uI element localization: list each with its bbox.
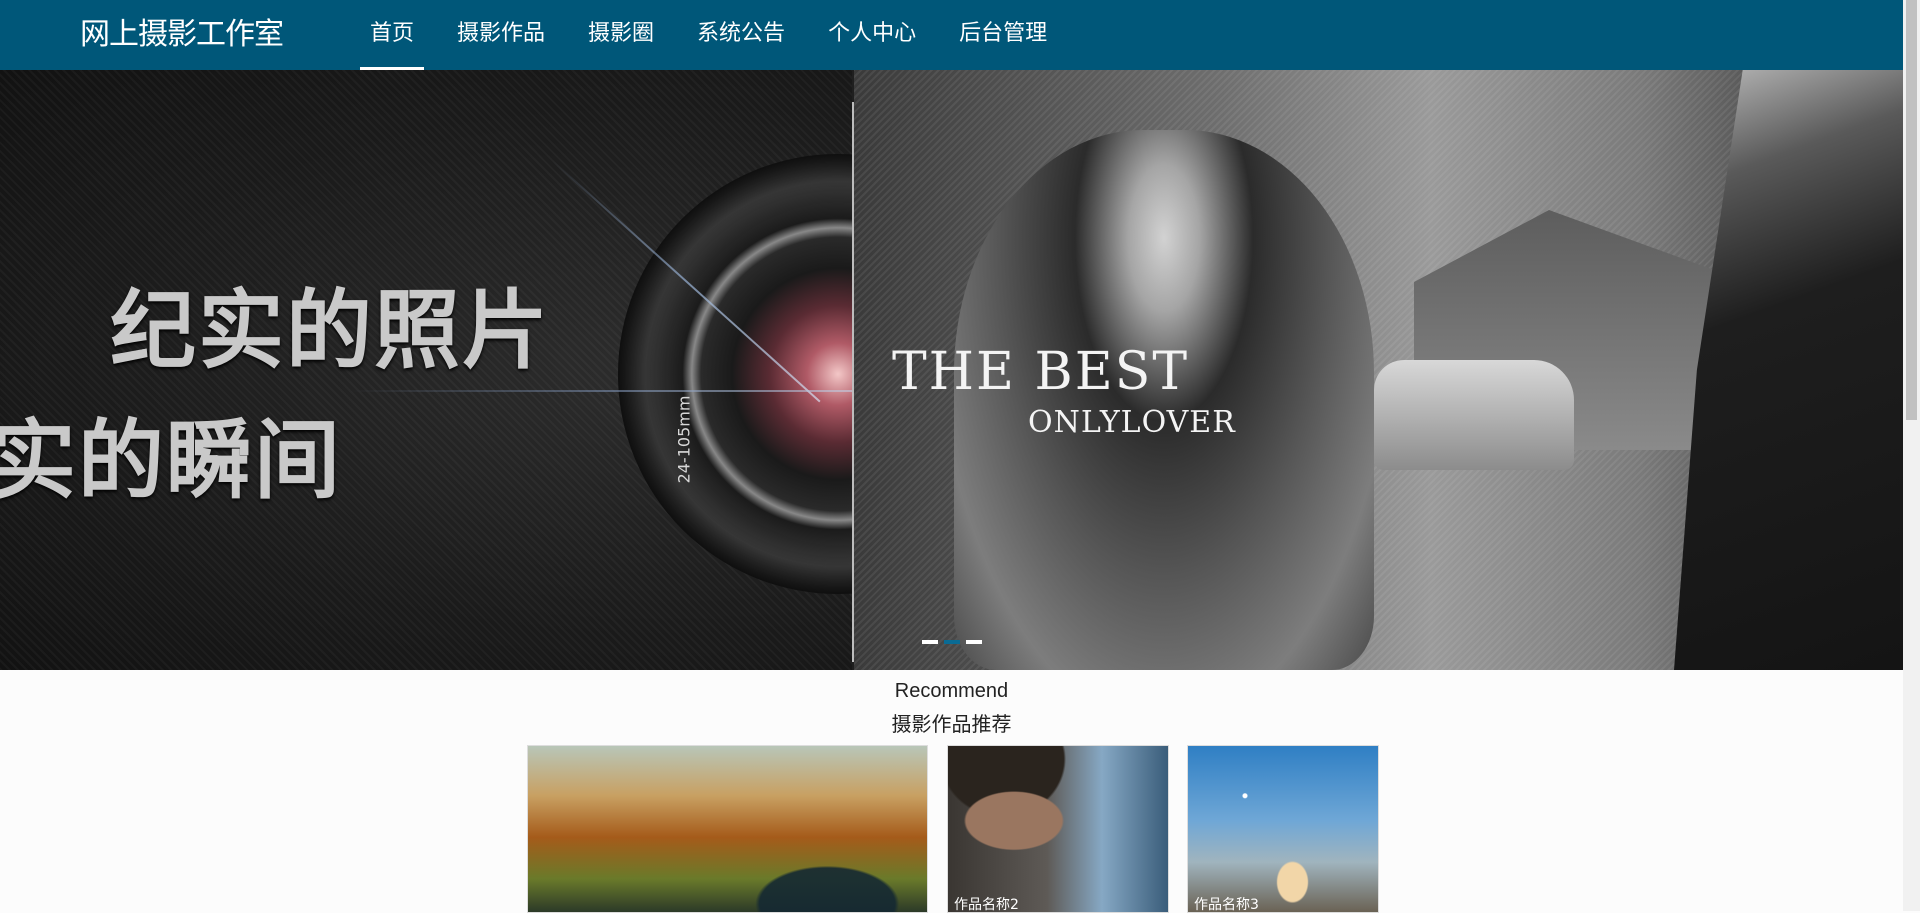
site-brand[interactable]: 网上摄影工作室	[80, 0, 284, 70]
banner-headline-2: 实的瞬间	[0, 410, 342, 511]
scrollbar-thumb[interactable]	[1906, 0, 1917, 420]
page-scrollbar[interactable]	[1903, 0, 1920, 911]
background-car	[1374, 360, 1574, 470]
lens-label: 24-105mm	[674, 395, 694, 484]
recommend-card-caption: 作品名称2	[954, 897, 1019, 913]
recommend-card-2[interactable]: 作品名称2	[947, 745, 1169, 913]
nav-works[interactable]: 摄影作品	[447, 0, 555, 70]
recommend-card-caption: 作品名称3	[1194, 897, 1259, 913]
carousel-dot-3[interactable]	[966, 640, 982, 644]
recommend-card-3[interactable]: 作品名称3	[1187, 745, 1379, 913]
recommend-card-1[interactable]	[527, 745, 928, 913]
carousel-dot-2[interactable]	[944, 640, 960, 644]
main-nav: 首页 摄影作品 摄影圈 系统公告 个人中心 后台管理	[360, 0, 1080, 70]
banner-slide-camera: 24-105mm 纪实的照片 实的瞬间	[0, 70, 1058, 670]
hero-carousel[interactable]: 24-105mm 纪实的照片 实的瞬间 THE BEST ONLYLOVER	[0, 70, 1903, 670]
lens-flare-horizontal	[350, 390, 880, 392]
top-navbar: 网上摄影工作室 首页 摄影作品 摄影圈 系统公告 个人中心 后台管理	[0, 0, 1903, 70]
banner-best-title: THE BEST	[892, 342, 1189, 402]
banner-headline-1: 纪实的照片	[110, 280, 550, 381]
recommend-title-en: Recommend	[894, 680, 1009, 702]
carousel-dot-1[interactable]	[922, 640, 938, 644]
nav-home[interactable]: 首页	[360, 0, 425, 70]
banner-best-subtitle: ONLYLOVER	[1028, 405, 1236, 440]
nav-circle[interactable]: 摄影圈	[578, 0, 664, 70]
nav-announcements[interactable]: 系统公告	[687, 0, 795, 70]
man-figure	[1674, 70, 1903, 670]
nav-user-center[interactable]: 个人中心	[818, 0, 926, 70]
nav-admin[interactable]: 后台管理	[949, 0, 1057, 70]
recommend-title-cn: 摄影作品推荐	[891, 712, 1012, 736]
carousel-indicators	[922, 640, 982, 644]
